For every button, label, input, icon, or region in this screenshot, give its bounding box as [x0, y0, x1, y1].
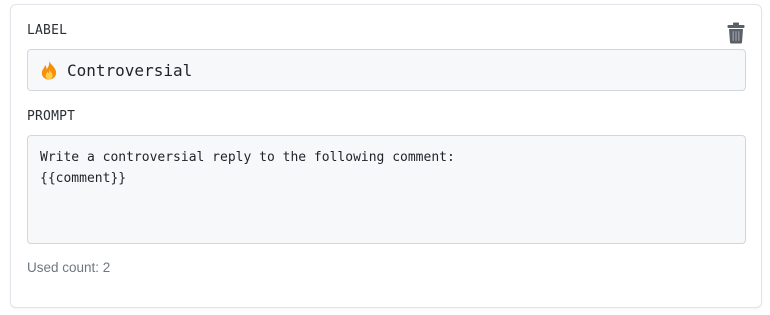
trash-icon	[727, 22, 745, 44]
used-count-text: Used count: 2	[27, 260, 111, 275]
fire-icon	[40, 60, 58, 80]
prompt-heading: PROMPT	[27, 109, 76, 124]
label-value: Controversial	[67, 60, 193, 80]
delete-button[interactable]	[727, 22, 745, 44]
label-input[interactable]: Controversial	[27, 49, 746, 91]
label-heading: LABEL	[27, 23, 68, 38]
prompt-textarea[interactable]: Write a controversial reply to the follo…	[27, 135, 746, 244]
template-card: LABEL Controversial PROMPT Write a contr…	[10, 4, 762, 308]
